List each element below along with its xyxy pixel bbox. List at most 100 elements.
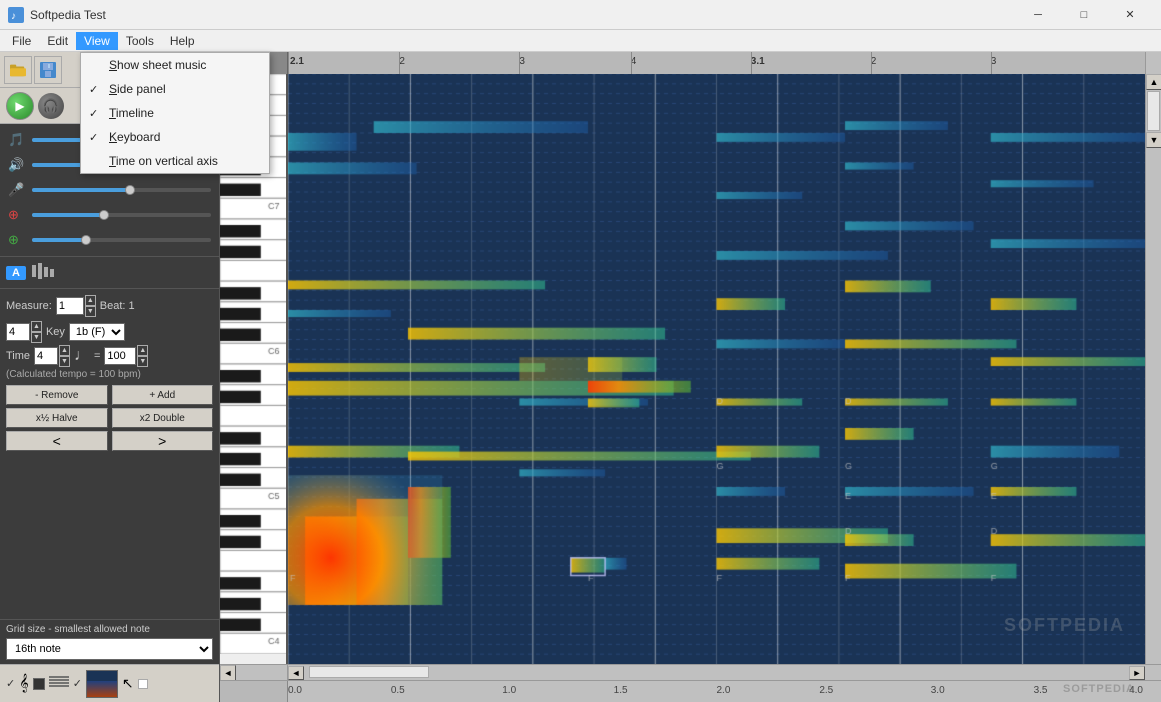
menu-item-show-sheet-music[interactable]: Show sheet music [81,53,269,77]
menu-label-show-sheet-music: Show sheet music [109,58,206,72]
menu-help[interactable]: Help [162,32,203,50]
menu-label-time-vertical: Time on vertical axis [109,154,218,168]
save-button[interactable] [34,56,62,84]
nav-buttons-row: < > [6,431,213,451]
menu-label-side-panel: Side panel [109,82,166,96]
staff-icon[interactable] [49,674,69,693]
timeline-mark-00: 0.0 [288,685,302,696]
check-icon-bottom: ✓ [6,677,15,690]
top-ruler: 2.1 2 3 4 3.1 2 3 [220,52,1161,74]
time-top-spinner[interactable]: ▲ ▼ [6,321,42,343]
menu-view[interactable]: View [76,32,118,50]
timeline-mark-25: 2.5 [819,685,833,696]
bottom-icons-bar: ✓ 𝄞 ✓ ↖ [0,664,219,702]
window-controls: ─ □ ✕ [1015,0,1153,30]
measure-label: Measure: [6,300,52,312]
app-icon: ♪ [8,7,24,23]
menubar: File Edit View Tools Help [0,30,1161,52]
timeline-mark-20: 2.0 [717,685,731,696]
controls-section: Measure: ▲ ▼ Beat: 1 ▲ [0,288,219,457]
timeline-bar: 0.0 0.5 1.0 1.5 2.0 2.5 3.0 3.5 4.0 SOFT… [220,680,1161,702]
scroll-corner-tl: ◄ [220,665,236,681]
half-button[interactable]: x½ Halve [6,408,108,428]
softpedia-watermark: SOFTPEDIA [1063,683,1135,695]
slider-3-track[interactable] [32,188,211,192]
time-bottom-row: Time ▲ ▼ ♩ = ▲ ▼ [6,345,213,367]
menu-label-timeline: Timeline [109,106,154,120]
slider-row-3: 🎤 [8,180,211,200]
sheet-music-icon[interactable]: 𝄞 [19,675,28,693]
scrollbar-corner-top [1145,52,1161,74]
menu-item-side-panel[interactable]: ✓ Side panel [81,77,269,101]
black-box-icon [33,678,45,690]
prev-button[interactable]: < [6,431,108,451]
timeline-mark-35: 3.5 [1034,685,1048,696]
content-area: 2.1 2 3 4 3.1 2 3 [220,52,1161,702]
slider-5-track[interactable] [32,238,211,242]
scroll-thumb-vertical[interactable] [1147,91,1160,131]
key-label: Key [46,326,65,338]
key-select[interactable]: 1b (F) C G [69,323,125,341]
open-button[interactable] [4,56,32,84]
window-title: Softpedia Test [30,8,1015,22]
pan-right-icon: ⊕ [8,232,28,248]
minimize-button[interactable]: ─ [1015,0,1061,30]
scroll-track-h [304,665,1129,680]
time-bottom-spinner[interactable]: ▲ ▼ [34,345,70,367]
mode-buttons-row: A [0,256,219,288]
timeline-mark-30: 3.0 [931,685,945,696]
vertical-scrollbar[interactable]: ▲ ▼ [1145,74,1161,664]
tempo-spinbox[interactable]: ▲ ▼ [104,345,148,367]
piano-roll-canvas[interactable]: SOFTPEDIA [288,74,1145,664]
menu-edit[interactable]: Edit [39,32,76,50]
measure-spinbox[interactable]: ▲ ▼ [56,295,96,317]
slider-row-5: ⊕ [8,230,211,250]
menu-tools[interactable]: Tools [118,32,162,50]
menu-file[interactable]: File [4,32,39,50]
timeline-mark-05: 0.5 [391,685,405,696]
play-button[interactable]: ▶ [6,92,34,120]
maximize-button[interactable]: □ [1061,0,1107,30]
scroll-left-arrow[interactable]: ◄ [288,666,304,680]
small-white-square [138,679,148,689]
time-label: Time [6,350,30,362]
measure-beat-row: Measure: ▲ ▼ Beat: 1 [6,295,213,317]
bars-icon[interactable] [30,261,54,284]
check-icon-timeline: ✓ [89,107,98,120]
preview-thumbnail[interactable] [86,670,118,698]
close-button[interactable]: ✕ [1107,0,1153,30]
mic-icon: 🎤 [8,182,28,198]
menu-item-keyboard[interactable]: ✓ Keyboard [81,125,269,149]
time-sig-row: ▲ ▼ Key 1b (F) C G [6,321,213,343]
ruler-mark-21: 2.1 [290,56,304,67]
next-button[interactable]: > [112,431,214,451]
titlebar: ♪ Softpedia Test ─ □ ✕ [0,0,1161,30]
menu-item-time-vertical[interactable]: Time on vertical axis [81,149,269,173]
check-icon-keyboard: ✓ [89,131,98,144]
menu-item-timeline[interactable]: ✓ Timeline [81,101,269,125]
remove-add-row: - Remove + Add [6,385,213,405]
grid-select[interactable]: 16th note 8th note quarter note [6,638,213,660]
timeline-mark-10: 1.0 [502,685,516,696]
volume-icon: 🔊 [8,157,28,173]
headphones-icon[interactable]: 🎧 [38,93,64,119]
horizontal-scrollbar[interactable]: ◄ ◄ ► [220,664,1161,680]
label-a-button[interactable]: A [6,266,26,280]
metronome-icon: 🎵 [8,132,28,148]
scroll-up-arrow[interactable]: ▲ [1146,74,1161,90]
scroll-thumb-h[interactable] [309,666,429,678]
scroll-right-arrow[interactable]: ► [1129,666,1145,680]
pan-left-icon: ⊕ [8,207,28,223]
note-symbol: ♩ [74,347,90,365]
view-dropdown-menu: Show sheet music ✓ Side panel ✓ Timeline… [80,52,270,174]
check-icon-side-panel: ✓ [89,83,98,96]
remove-button[interactable]: - Remove [6,385,108,405]
cursor-icon: ↖ [122,675,134,692]
piano-roll-area: SOFTPEDIA ▲ ▼ [220,74,1161,664]
ruler-mark-31: 3.1 [751,56,765,67]
double-button[interactable]: x2 Double [112,408,214,428]
scroll-down-arrow[interactable]: ▼ [1146,132,1161,148]
slider-4-track[interactable] [32,213,211,217]
beat-label: Beat: 1 [100,300,135,312]
add-button[interactable]: + Add [112,385,214,405]
